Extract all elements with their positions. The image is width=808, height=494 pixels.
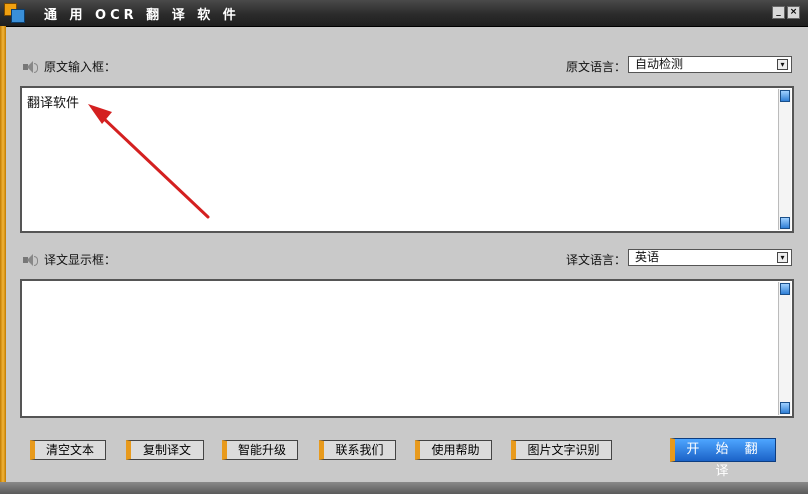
annotation-arrow-icon xyxy=(88,104,210,219)
